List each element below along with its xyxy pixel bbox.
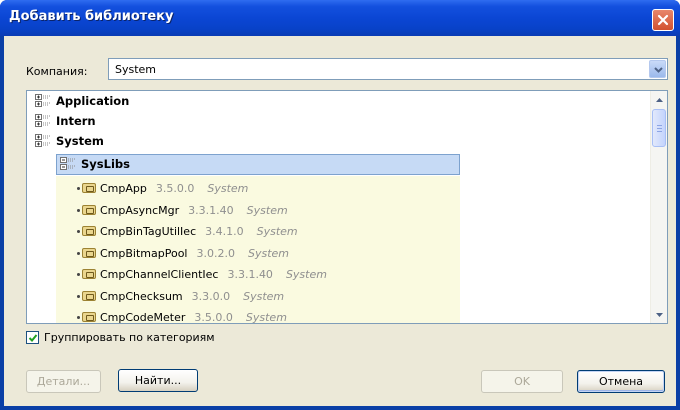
library-version: 3.5.0.0 [155,181,195,195]
cancel-button[interactable]: Отмена [577,370,665,393]
find-button[interactable]: Найти... [118,369,198,392]
group-by-category-checkbox[interactable] [26,331,39,344]
library-icon [82,248,96,258]
library-item[interactable]: CmpBitmapPool 3.0.2.0 System [77,244,289,262]
company-select[interactable]: System [108,58,668,80]
library-name: CmpChecksum [100,289,183,303]
close-x-icon [657,14,669,26]
scroll-thumb[interactable] [652,109,666,147]
library-item[interactable]: CmpApp 3.5.0.0 System [77,179,248,197]
library-vendor: System [256,224,298,238]
library-vendor: System [247,246,290,260]
library-vendor: System [245,310,287,324]
tree-dot [77,251,80,255]
title-bar[interactable]: Добавить библиотеку [0,0,680,36]
library-version: 3.3.0.0 [191,289,231,303]
library-vendor: System [246,203,288,217]
category-collapsed-icon [35,93,51,109]
arrow-down-icon [656,313,663,317]
tree-dot [77,186,80,190]
company-value: System [115,63,157,76]
vertical-scrollbar[interactable] [650,91,667,323]
grip-line [657,128,662,129]
category-label: System [56,134,104,148]
dialog-body: Компания: System Application Intern Syst… [4,36,676,406]
category-label: Intern [56,114,96,128]
library-version: 3.3.1.40 [227,267,273,281]
library-icon [82,205,96,215]
library-name: CmpBinTagUtilIec [100,224,197,238]
library-item[interactable]: CmpCodeMeter 3.5.0.0 System [77,308,287,324]
tree-dot [77,272,80,276]
library-name: CmpBitmapPool [100,246,188,260]
arrow-up-icon [656,98,663,102]
tree-category-syslibs[interactable]: SysLibs [60,155,130,173]
library-name: CmpCodeMeter [100,310,186,324]
library-icon [82,269,96,279]
tree-dot [77,229,80,233]
grip-line [657,125,662,126]
tree-category-intern[interactable]: Intern [35,112,96,130]
category-expanded-icon [35,133,51,149]
library-item[interactable]: CmpAsyncMgr 3.3.1.40 System [77,201,288,219]
library-name: CmpAsyncMgr [100,203,180,217]
library-icon [82,312,96,322]
company-label: Компания: [26,65,88,78]
library-item[interactable]: CmpChecksum 3.3.0.0 System [77,287,284,305]
library-version: 3.5.0.0 [194,310,233,324]
library-vendor: System [243,289,285,303]
category-collapsed-icon [35,113,51,129]
library-version: 3.4.1.0 [205,224,244,238]
library-version: 3.0.2.0 [196,246,235,260]
library-icon [82,291,96,301]
tree-dot [77,315,80,319]
library-vendor: System [207,181,249,195]
chevron-down-icon [654,67,663,73]
tree-dot [77,294,80,298]
tree-dot [77,208,80,212]
scroll-up-button[interactable] [651,91,667,108]
library-vendor: System [285,267,327,281]
library-icon [82,226,96,236]
group-by-category-label[interactable]: Группировать по категориям [44,331,215,344]
checkmark-icon [28,334,38,342]
library-name: CmpChannelClientIec [100,267,219,281]
category-label: SysLibs [81,157,130,171]
grip-line [657,131,662,132]
tree-category-application[interactable]: Application [35,92,129,110]
scroll-down-button[interactable] [651,306,667,323]
library-version: 3.3.1.40 [188,203,234,217]
category-label: Application [56,94,130,108]
details-button[interactable]: Детали... [26,370,101,393]
company-dropdown-button[interactable] [649,60,666,78]
library-name: CmpApp [100,181,147,195]
add-library-dialog: Добавить библиотеку Компания: System App… [0,0,680,410]
close-button[interactable] [652,9,674,31]
dialog-title: Добавить библиотеку [9,9,174,24]
tree-category-system[interactable]: System [35,132,104,150]
ok-button[interactable]: OK [481,370,563,393]
library-item[interactable]: CmpBinTagUtilIec 3.4.1.0 System [77,222,298,240]
library-tree[interactable]: Application Intern System SysLibs CmpApp… [26,90,668,324]
category-expanded-icon [60,156,76,172]
library-icon [82,183,96,193]
library-item[interactable]: CmpChannelClientIec 3.3.1.40 System [77,265,327,283]
